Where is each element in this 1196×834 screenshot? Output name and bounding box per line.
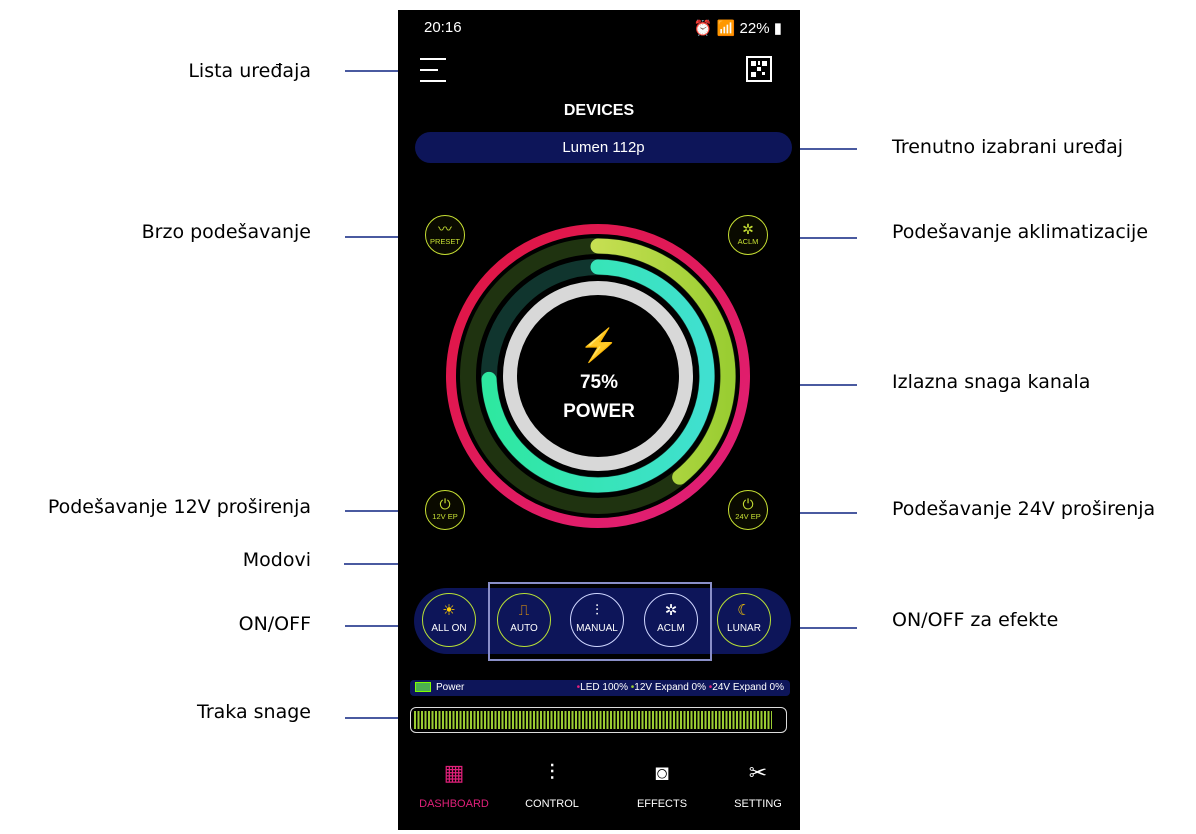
annotation-onoff-effects: ON/OFF za efekte [892,609,1059,631]
nav-control-label: CONTROL [525,798,579,810]
annotation-current-device: Trenutno izabrani uređaj [892,136,1124,158]
phone-screen: 20:16 ⏰ 📶 22% ▮ DEVICES Lumen 112p ⚡ 75%… [398,10,800,830]
aclm-corner-label: ACLM [737,237,759,246]
pulse-icon: 〰 [438,221,452,237]
power-info-row: Power •LED 100% •12V Expand 0% •24V Expa… [410,680,790,696]
nav-effects[interactable]: ◙ EFFECTS [612,752,712,810]
sun-icon: ☀ [442,602,456,619]
power-label: POWER [563,401,635,422]
plug-icon: ⏻ [439,496,451,512]
lunar-button[interactable]: ☾ LUNAR [717,593,771,647]
bolt-icon: ⚡ [579,327,619,363]
annotation-acclimatization: Podešavanje aklimatizacije [892,221,1149,243]
power-bar-fill [414,711,772,729]
annotation-modes: Modovi [242,549,311,571]
annotation-quick-setup: Brzo podešavanje [141,221,311,243]
power-percent: 75% [579,372,619,393]
plug-icon: ⏻ [742,496,754,512]
led-value: LED 100% [580,682,628,693]
ep24-label: 24V EP [735,512,761,521]
nav-setting-label: SETTING [734,798,782,810]
annotation-ext12: Podešavanje 12V proširenja [47,496,311,518]
all-on-label: ALL ON [431,623,467,634]
battery-icon [415,682,431,692]
annotation-power-bar: Traka snage [197,701,311,723]
power-row-values: •LED 100% •12V Expand 0% •24V Expand 0% [576,682,784,693]
nav-control[interactable]: ⫶ CONTROL [502,752,602,810]
all-on-button[interactable]: ☀ ALL ON [422,593,476,647]
preset-label: PRESET [429,237,460,246]
leader-line [792,627,857,629]
ep24-button[interactable]: ⏻ 24V EP [728,490,768,530]
power-bar [410,707,787,733]
leader-line [795,148,857,150]
nav-setting[interactable]: ✂ SETTING [708,752,800,810]
annotation-channel-output: Izlazna snaga kanala [892,371,1091,393]
wrench-icon: ✂ [748,760,768,785]
power-row-label: Power [436,682,465,693]
preset-button[interactable]: 〰 PRESET [425,215,465,255]
moon-icon: ☾ [737,602,751,619]
nav-dashboard[interactable]: ▦ DASHBOARD [404,752,504,810]
lunar-label: LUNAR [727,623,761,634]
sliders-icon: ⫶ [549,760,555,785]
ext24-value: 24V Expand 0% [712,682,784,693]
ep12-button[interactable]: ⏻ 12V EP [425,490,465,530]
leader-line [792,512,857,514]
modes-highlight-box [488,582,712,661]
bulb-icon: ◙ [655,760,669,785]
ext12-value: 12V Expand 0% [634,682,706,693]
bottom-nav: ▦ DASHBOARD ⫶ CONTROL ◙ EFFECTS ✂ SETTIN… [398,752,800,830]
grid-icon: ▦ [443,760,465,785]
leader-line [792,237,857,239]
annotation-device-list: Lista uređaja [188,60,311,82]
annotation-onoff: ON/OFF [238,613,311,635]
nav-effects-label: EFFECTS [636,798,688,810]
leader-line [345,70,405,72]
annotation-ext24: Podešavanje 24V proširenja [892,498,1156,520]
coral-icon: ✲ [742,221,754,237]
nav-dashboard-label: DASHBOARD [419,798,489,810]
channel-output-rings [446,224,750,528]
ep12-label: 12V EP [432,512,458,521]
aclm-corner-button[interactable]: ✲ ACLM [728,215,768,255]
